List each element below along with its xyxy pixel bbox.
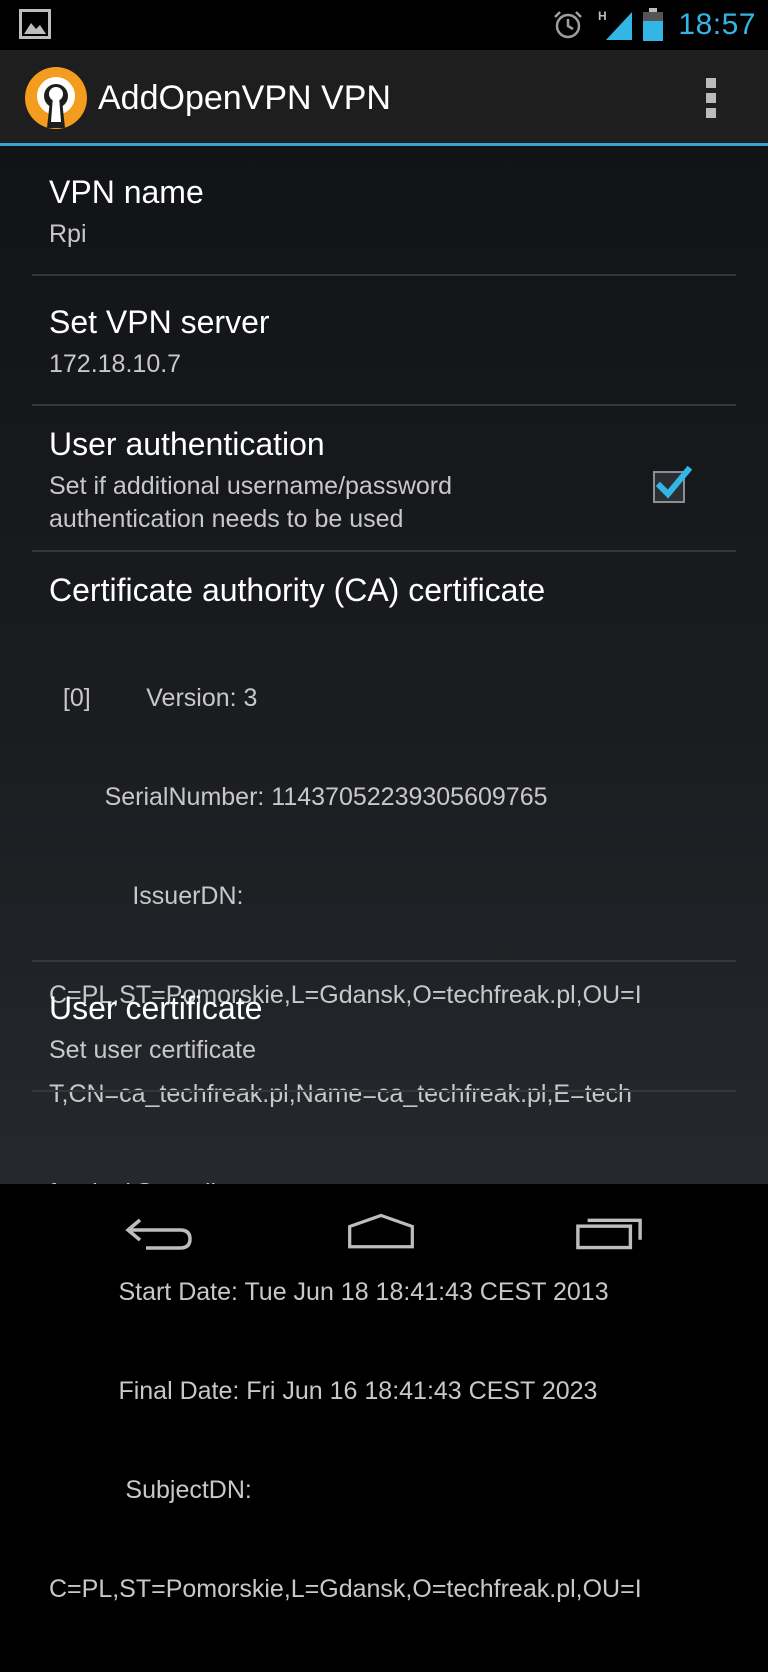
- pref-title: User authentication: [49, 426, 325, 462]
- network-type-label: H: [598, 9, 607, 23]
- cert-line: C=PL,ST=Pomorskie,L=Gdansk,O=techfreak.p…: [49, 1575, 642, 1603]
- pref-summary-line-1: Set if additional username/password: [49, 472, 453, 500]
- pref-summary: Set user certificate: [49, 1036, 257, 1064]
- cert-line: SubjectDN:: [49, 1476, 252, 1504]
- app-title: AddOpenVPN VPN: [98, 79, 391, 117]
- pref-user-authentication[interactable]: User authentication Set if additional us…: [32, 406, 736, 552]
- pref-title: User certificate: [49, 990, 263, 1026]
- pref-vpn-name[interactable]: VPN name Rpi: [32, 146, 736, 276]
- gallery-notification-icon: [19, 9, 51, 39]
- alarm-icon: [554, 11, 583, 39]
- recent-apps-icon[interactable]: [574, 1212, 644, 1252]
- pref-title: VPN name: [49, 174, 204, 210]
- back-icon[interactable]: [124, 1212, 194, 1252]
- pref-ca-certificate[interactable]: Certificate authority (CA) certificate […: [32, 552, 736, 1603]
- overflow-menu-icon[interactable]: [704, 78, 718, 118]
- battery-icon: [643, 8, 664, 41]
- signal-icon: H: [598, 9, 633, 40]
- pref-title: Set VPN server: [49, 304, 270, 340]
- cert-line: SerialNumber: 11437052239305609765: [49, 783, 548, 811]
- clock: 18:57: [678, 8, 756, 41]
- pref-summary: Rpi: [49, 220, 87, 248]
- home-icon[interactable]: [346, 1212, 416, 1252]
- navigation-bar: [0, 1184, 768, 1280]
- cert-line: [0] Version: 3: [49, 684, 258, 712]
- cert-line: Final Date: Fri Jun 16 18:41:43 CEST 202…: [49, 1377, 598, 1405]
- pref-user-certificate[interactable]: User certificate Set user certificate: [32, 962, 736, 1092]
- pref-summary-line-2: authentication needs to be used: [49, 505, 404, 533]
- pref-summary: 172.18.10.7: [49, 350, 182, 378]
- preference-list: VPN name Rpi Set VPN server 172.18.10.7 …: [0, 146, 768, 1603]
- cert-line: IssuerDN:: [49, 882, 244, 910]
- certificate-details: [0] Version: 3 SerialNumber: 11437052239…: [49, 616, 709, 1672]
- action-bar: AddOpenVPN VPN: [0, 50, 768, 146]
- pref-vpn-server[interactable]: Set VPN server 172.18.10.7: [32, 276, 736, 406]
- user-authentication-checkbox[interactable]: [652, 466, 692, 506]
- cert-line: Start Date: Tue Jun 18 18:41:43 CEST 201…: [49, 1278, 609, 1306]
- openvpn-app-icon[interactable]: [24, 66, 88, 130]
- pref-title: Certificate authority (CA) certificate: [49, 572, 546, 608]
- status-bar: H 18:57: [0, 0, 768, 50]
